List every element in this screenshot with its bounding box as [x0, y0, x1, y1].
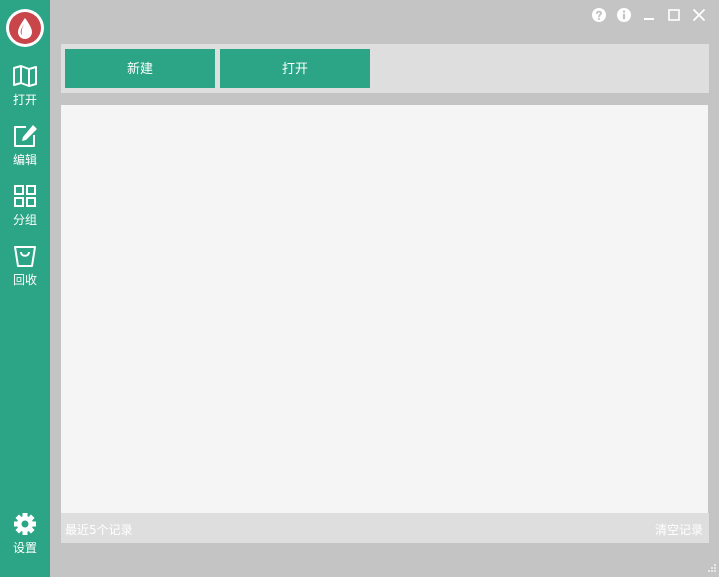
- app-logo: [6, 9, 44, 47]
- minimize-icon: [644, 18, 654, 20]
- sidebar-item-label: 分组: [12, 213, 37, 227]
- open-button[interactable]: 打开: [220, 49, 370, 88]
- info-icon: [617, 8, 631, 22]
- minimize-button[interactable]: [641, 7, 657, 23]
- info-button[interactable]: [616, 7, 632, 23]
- title-bar: [50, 0, 719, 30]
- sidebar-item-group[interactable]: 分组: [0, 184, 50, 236]
- edit-icon: [14, 125, 37, 147]
- maximize-button[interactable]: [666, 7, 682, 23]
- sidebar-item-edit[interactable]: 编辑: [0, 124, 50, 176]
- droplet-icon: [18, 18, 32, 39]
- sidebar-item-label: 回收: [12, 273, 37, 287]
- gear-icon: [14, 513, 36, 535]
- recent-files-list[interactable]: [61, 105, 708, 513]
- help-button[interactable]: [591, 7, 607, 23]
- grid-icon: [14, 185, 36, 207]
- sidebar-item-label: 编辑: [12, 153, 37, 167]
- sidebar: 打开 编辑 分组 回收 设置: [0, 0, 50, 577]
- list-footer: 最近5个记录 清空记录: [61, 513, 709, 543]
- clear-records-link[interactable]: 清空记录: [655, 521, 703, 538]
- sidebar-item-recycle[interactable]: 回收: [0, 244, 50, 296]
- sidebar-item-settings[interactable]: 设置: [0, 512, 50, 564]
- sidebar-item-open[interactable]: 打开: [0, 64, 50, 116]
- sidebar-item-label: 设置: [12, 541, 37, 555]
- map-book-icon: [13, 65, 37, 87]
- close-icon: [693, 9, 705, 21]
- recycle-bag-icon: [14, 246, 36, 267]
- resize-grip-icon[interactable]: [705, 563, 717, 575]
- sidebar-item-label: 打开: [12, 93, 37, 107]
- status-bar: [50, 557, 719, 577]
- help-icon: [592, 8, 606, 22]
- maximize-icon: [668, 9, 680, 21]
- recent-records-label: 最近5个记录: [65, 523, 133, 537]
- new-button[interactable]: 新建: [65, 49, 215, 88]
- toolbar: 新建 打开: [61, 44, 709, 93]
- close-button[interactable]: [691, 7, 707, 23]
